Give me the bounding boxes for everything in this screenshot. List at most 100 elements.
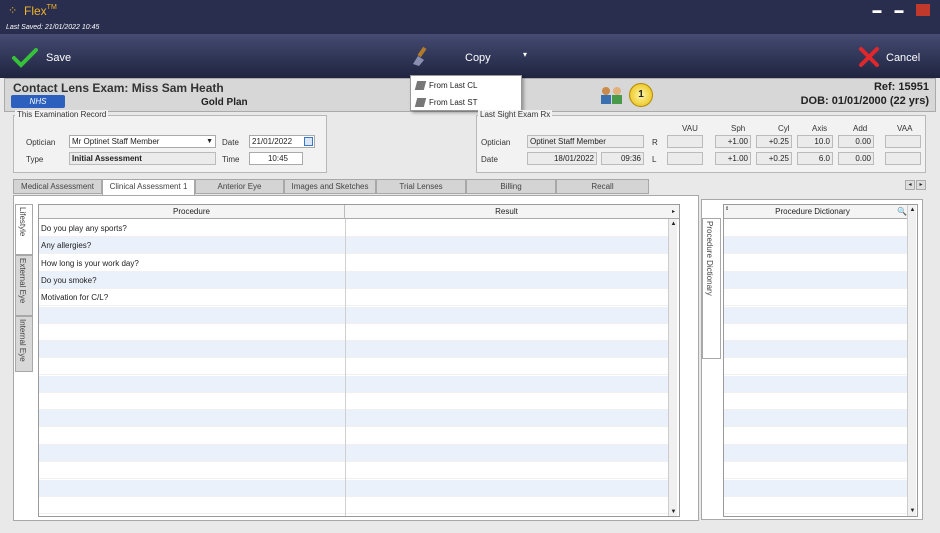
tab-billing[interactable]: Billing: [466, 179, 556, 194]
table-row[interactable]: [39, 410, 668, 428]
last-sight-legend: Last Sight Exam Rx: [478, 110, 553, 119]
l-axis: 6.0: [797, 152, 833, 165]
copy-brush-icon[interactable]: [410, 45, 432, 67]
side-tab-external-eye[interactable]: External Eye: [15, 255, 33, 316]
table-row[interactable]: [39, 341, 668, 359]
minimize-button[interactable]: ▬: [872, 6, 882, 15]
scroll-up-arrow[interactable]: ▲: [670, 220, 677, 228]
col-vaa: VAA: [897, 124, 913, 133]
scroll-down-arrow[interactable]: ▼: [670, 508, 677, 516]
toolbar: Save Copy ▾ Cancel: [0, 34, 940, 78]
table-row[interactable]: [39, 324, 668, 341]
list-item[interactable]: [724, 393, 907, 410]
dict-scroll-up[interactable]: ▲: [909, 206, 916, 214]
dictionary-scrollbar[interactable]: ▲ ▼: [907, 205, 916, 516]
table-row[interactable]: Do you smoke?: [39, 271, 668, 289]
side-tab-lifestyle[interactable]: Lifestyle: [15, 204, 33, 255]
dict-scroll-down[interactable]: ▼: [909, 507, 916, 515]
table-row[interactable]: [39, 393, 668, 410]
list-item[interactable]: [724, 375, 907, 393]
save-check-icon[interactable]: [12, 48, 38, 68]
side-tab-procedure-dictionary[interactable]: Procedure Dictionary: [702, 218, 721, 359]
list-item[interactable]: [724, 410, 907, 428]
table-row[interactable]: [39, 497, 668, 514]
maximize-button[interactable]: ▬: [894, 6, 904, 15]
r-vaa: [885, 135, 921, 148]
ls-date-field: 18/01/2022: [527, 152, 597, 165]
list-item[interactable]: [724, 289, 907, 307]
type-field[interactable]: Initial Assessment: [69, 152, 216, 165]
table-row[interactable]: Do you play any sports?: [39, 220, 668, 237]
r-sph: +1.00: [715, 135, 751, 148]
table-row[interactable]: [39, 375, 668, 393]
exam-record-legend: This Examination Record: [15, 110, 109, 119]
tabs-scroll-left[interactable]: ◂: [905, 180, 915, 190]
table-row[interactable]: [39, 428, 668, 445]
list-item[interactable]: [724, 341, 907, 359]
copy-dropdown-arrow[interactable]: ▾: [523, 50, 527, 59]
list-item[interactable]: [724, 324, 907, 341]
list-item[interactable]: [724, 237, 907, 255]
list-item[interactable]: [724, 220, 907, 237]
cancel-button[interactable]: Cancel: [886, 52, 920, 64]
patient-dob: DOB: 01/01/2000 (22 yrs): [800, 95, 929, 107]
list-item[interactable]: [724, 428, 907, 445]
copy-item-icon: [414, 81, 427, 90]
tabs-scroll-right[interactable]: ▸: [916, 180, 926, 190]
list-item[interactable]: [724, 462, 907, 480]
time-field[interactable]: 10:45: [249, 152, 303, 165]
ls-optician-label: Optician: [481, 138, 511, 147]
list-item[interactable]: [724, 444, 907, 462]
table-row[interactable]: [39, 479, 668, 497]
tab-anterior-eye[interactable]: Anterior Eye: [195, 179, 284, 194]
r-vau: [667, 135, 703, 148]
cancel-x-icon[interactable]: [858, 46, 880, 68]
table-row[interactable]: [39, 358, 668, 376]
optician-select[interactable]: Mr Optinet Staff Member ▼: [69, 135, 216, 148]
copy-button[interactable]: Copy: [465, 52, 491, 64]
procedure-cell: Any allergies?: [41, 241, 92, 251]
sort-icon[interactable]: ⇕: [725, 206, 729, 212]
list-item[interactable]: [724, 271, 907, 289]
side-tab-internal-eye[interactable]: Internal Eye: [15, 316, 33, 372]
dictionary-panel: Procedure Dictionary Procedure Dictionar…: [701, 199, 923, 520]
table-row[interactable]: How long is your work day?: [39, 255, 668, 272]
l-sph: +1.00: [715, 152, 751, 165]
menu-item-from-last-cl[interactable]: From Last CL: [411, 77, 521, 94]
count-badge: 1: [629, 83, 653, 107]
optician-label: Optician: [26, 138, 56, 147]
menu-item-from-last-st[interactable]: From Last ST: [411, 94, 521, 111]
grid-header-arrow[interactable]: ▸: [668, 205, 679, 219]
table-row[interactable]: Any allergies?: [39, 237, 668, 255]
result-header: Result: [345, 205, 668, 219]
tab-medical-assessment[interactable]: Medical Assessment: [13, 179, 102, 194]
r-axis: 10.0: [797, 135, 833, 148]
save-button[interactable]: Save: [46, 52, 71, 64]
ls-optician-field: Optinet Staff Member: [527, 135, 644, 148]
type-label: Type: [26, 155, 44, 164]
tab-images-and-sketches[interactable]: Images and Sketches: [284, 179, 376, 194]
table-row[interactable]: [39, 462, 668, 480]
calendar-icon[interactable]: [304, 137, 313, 146]
nhs-badge: NHS: [11, 95, 65, 108]
list-item[interactable]: [724, 497, 907, 514]
tab-trial-lenses[interactable]: Trial Lenses: [376, 179, 466, 194]
l-cyl: +0.25: [756, 152, 792, 165]
list-item[interactable]: [724, 479, 907, 497]
search-icon[interactable]: 🔍: [897, 207, 907, 216]
table-row[interactable]: [39, 306, 668, 324]
list-item[interactable]: [724, 358, 907, 376]
grid-scrollbar[interactable]: ▲ ▼: [668, 219, 677, 516]
close-window-button[interactable]: [916, 4, 930, 16]
table-row[interactable]: [39, 444, 668, 462]
list-item[interactable]: [724, 255, 907, 272]
list-item[interactable]: [724, 306, 907, 324]
copy-menu: From Last CL From Last ST: [410, 75, 522, 111]
date-field[interactable]: 21/01/2022: [249, 135, 315, 148]
tab-clinical-assessment-1[interactable]: Clinical Assessment 1: [102, 179, 195, 195]
column-divider: [345, 219, 346, 516]
family-icon[interactable]: [599, 85, 625, 105]
tab-recall[interactable]: Recall: [556, 179, 649, 194]
table-row[interactable]: Motivation for C/L?: [39, 289, 668, 307]
ls-date-label: Date: [481, 155, 498, 164]
